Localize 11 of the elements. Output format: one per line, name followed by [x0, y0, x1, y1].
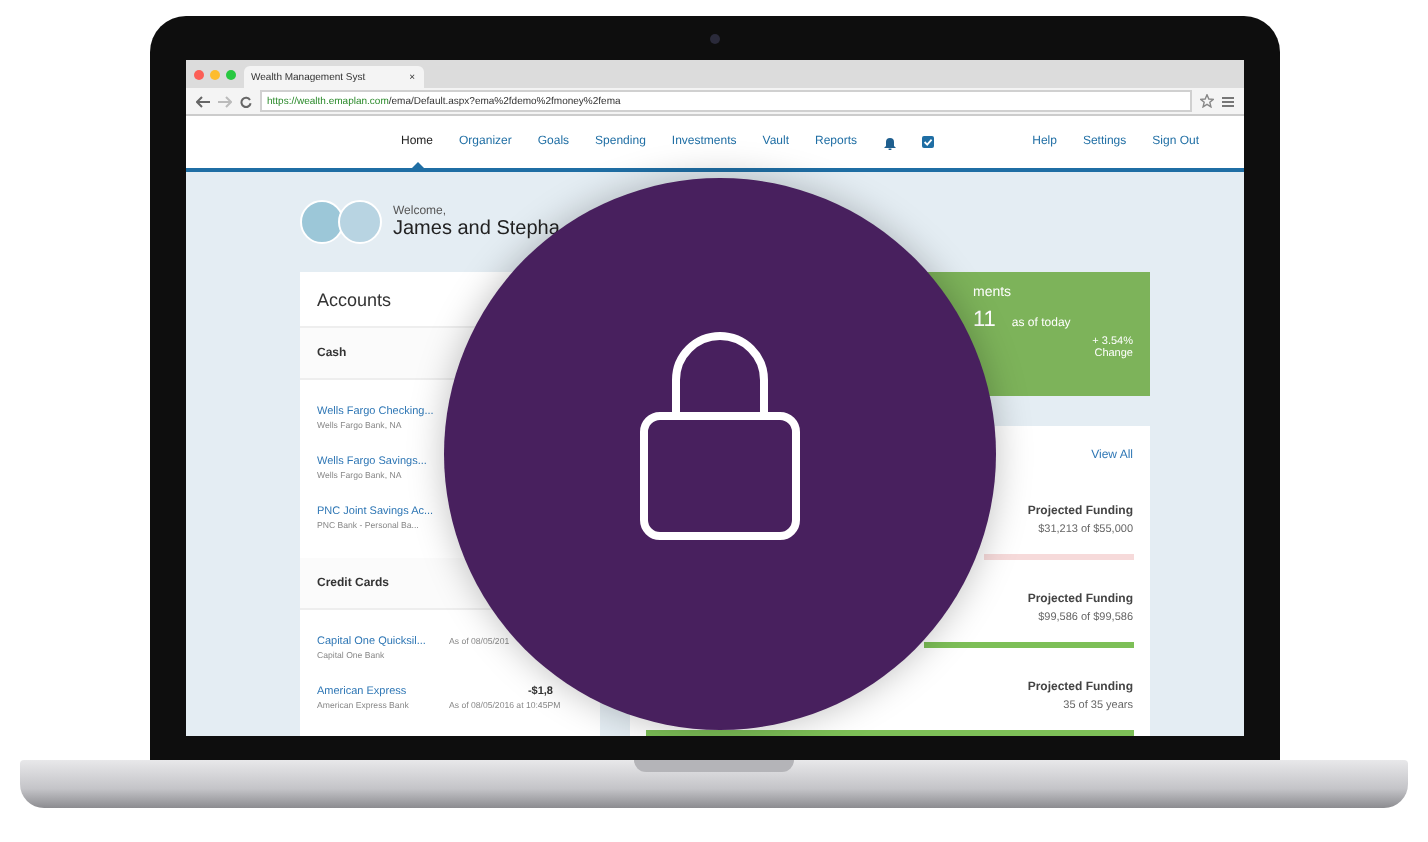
checkbox-icon[interactable] — [921, 136, 934, 148]
investment-value: 11 — [973, 308, 996, 332]
bell-icon[interactable] — [883, 135, 896, 149]
back-arrow-icon[interactable] — [195, 95, 209, 107]
camera-icon — [710, 34, 720, 44]
avatar — [299, 200, 343, 244]
user-names: James and Stepha — [393, 217, 560, 239]
menu-icon[interactable] — [1221, 95, 1233, 107]
avatar — [337, 200, 381, 244]
star-icon[interactable] — [1199, 94, 1213, 108]
reload-icon[interactable] — [239, 95, 251, 107]
